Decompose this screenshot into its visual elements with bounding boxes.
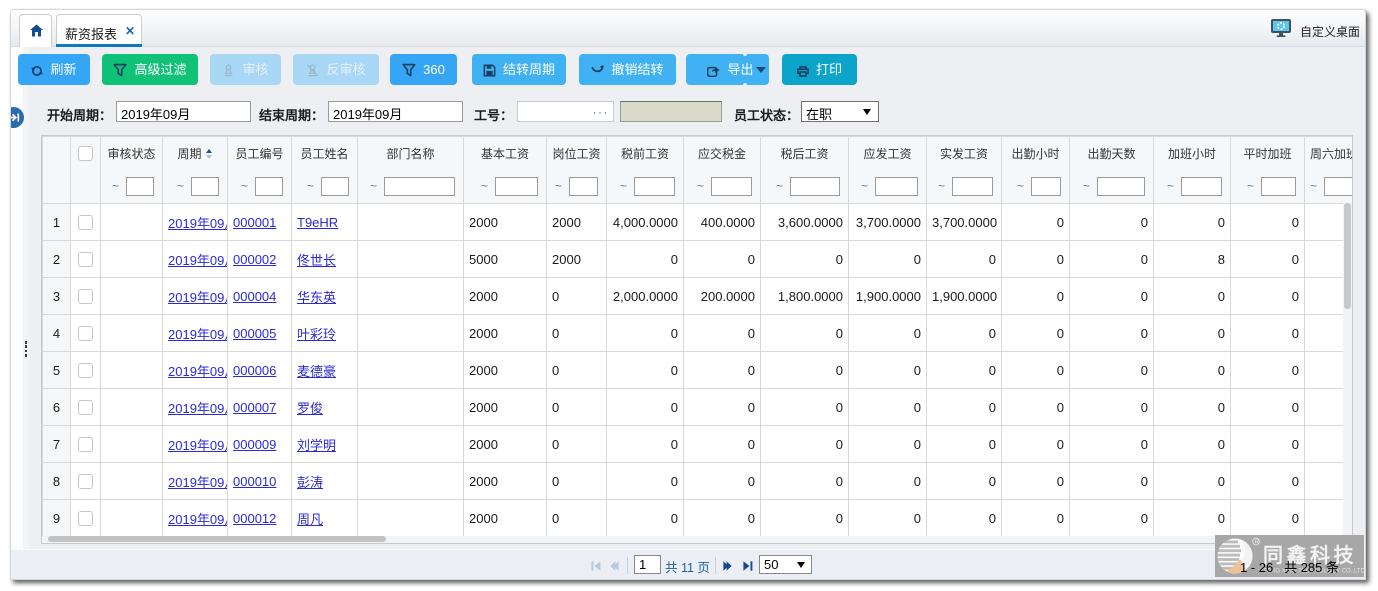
svg-text:R: R — [1255, 540, 1259, 546]
